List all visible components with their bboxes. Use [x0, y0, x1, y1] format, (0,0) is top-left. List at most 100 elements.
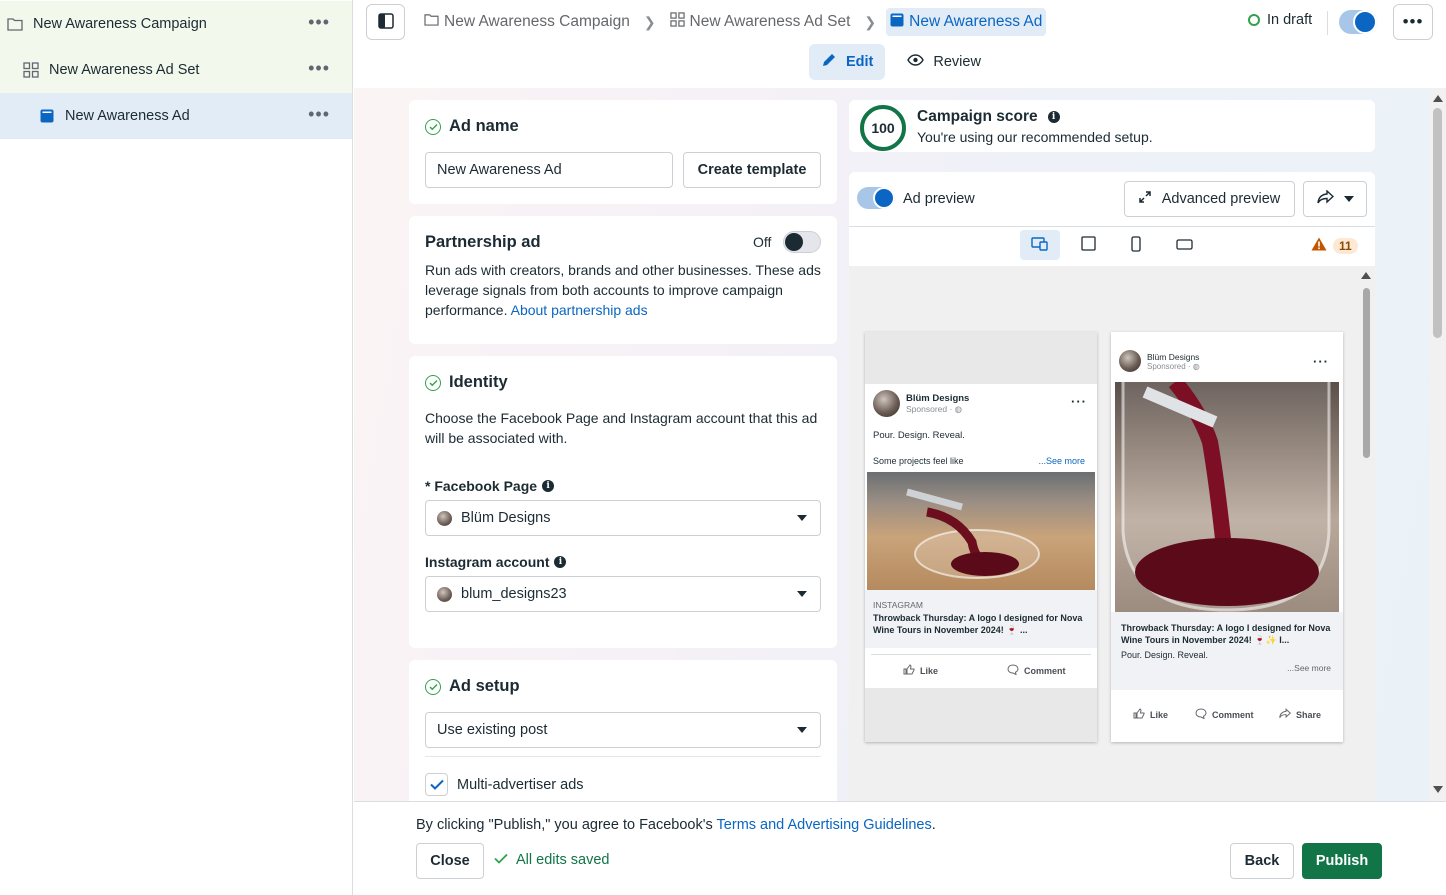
back-button[interactable]: Back: [1230, 843, 1294, 879]
score-subtitle: You're using our recommended setup.: [917, 129, 1153, 145]
section-title: Ad setup: [449, 677, 520, 695]
chevron-right-icon: ❯: [643, 13, 656, 30]
ad-setup-select[interactable]: Use existing post: [425, 712, 821, 748]
post-header: Blüm Designs Sponsored · ◍: [873, 390, 969, 417]
preview-scrollbar[interactable]: [1359, 266, 1373, 801]
divider: [425, 756, 821, 757]
grid-icon: [23, 62, 39, 78]
tree-item-campaign[interactable]: New Awareness Campaign •••: [0, 1, 352, 47]
breadcrumb-label: New Awareness Ad: [909, 13, 1043, 30]
folder-icon: [424, 13, 439, 31]
footer-bar: By clicking "Publish," you agree to Face…: [354, 801, 1446, 895]
warning-icon: [1311, 237, 1327, 254]
tree-item-ad[interactable]: New Awareness Ad •••: [0, 93, 352, 139]
section-title: Identity: [449, 373, 508, 391]
wine-glass-image: [906, 488, 1040, 579]
ad-name-card: Ad name New Awareness Ad Create template: [409, 100, 837, 204]
more-options-icon[interactable]: •••: [308, 105, 330, 123]
see-more-link[interactable]: ...See more: [1038, 456, 1085, 466]
identity-description: Choose the Facebook Page and Instagram a…: [425, 410, 818, 446]
more-options-button[interactable]: •••: [1393, 4, 1433, 40]
comment-button[interactable]: Comment: [1007, 664, 1066, 677]
device-all-placements-button[interactable]: [1020, 230, 1060, 260]
ad-name-input[interactable]: New Awareness Ad: [425, 152, 673, 188]
post-image: [1115, 376, 1339, 612]
device-story-button[interactable]: [1116, 230, 1156, 260]
status-text: In draft: [1267, 12, 1313, 28]
partnership-description: Run ads with creators, brands and other …: [425, 262, 821, 318]
more-options-icon[interactable]: ···: [1071, 394, 1087, 409]
more-options-icon[interactable]: •••: [308, 13, 330, 31]
close-button[interactable]: Close: [416, 843, 484, 879]
like-button[interactable]: Like: [1133, 708, 1168, 721]
more-options-icon[interactable]: •••: [308, 59, 330, 77]
share-button[interactable]: Share: [1279, 708, 1321, 721]
ad-preview-panel: Ad preview Advanced preview 11 Blüm Desi…: [849, 172, 1375, 801]
warning-count-badge: 11: [1333, 237, 1358, 254]
info-icon[interactable]: i: [1047, 111, 1060, 123]
ad-active-toggle[interactable]: [1339, 10, 1377, 34]
device-feed-button[interactable]: [1068, 230, 1108, 260]
device-landscape-button[interactable]: [1164, 230, 1204, 260]
info-icon[interactable]: i: [542, 480, 555, 492]
horizontal-format-icon: [1175, 237, 1193, 253]
publish-agreement-text: By clicking "Publish," you agree to Face…: [416, 817, 936, 833]
pencil-icon: [821, 52, 837, 72]
check-circle-icon: [425, 374, 441, 391]
see-more-link[interactable]: ...See more: [1287, 663, 1331, 673]
instagram-account-label: Instagram account i: [425, 554, 567, 570]
instagram-feed-preview[interactable]: Blüm Designs Sponsored · ◍ ··· Throwback…: [1111, 332, 1343, 742]
facebook-feed-preview[interactable]: Blüm Designs Sponsored · ◍ ··· Pour. Des…: [865, 332, 1097, 742]
link-source: INSTAGRAM: [873, 600, 923, 610]
warnings-indicator[interactable]: 11: [1311, 237, 1358, 254]
account-avatar: [437, 586, 452, 602]
breadcrumb-ad[interactable]: New Awareness Ad: [886, 8, 1047, 36]
section-title: Partnership ad: [425, 233, 541, 251]
info-icon[interactable]: i: [554, 556, 567, 568]
more-options-icon[interactable]: ···: [1313, 354, 1329, 369]
thumbs-up-icon: [903, 664, 915, 677]
post-caption: Pour. Design. Reveal.: [873, 430, 965, 441]
ad-setup-card: Ad setup Use existing post Multi-adverti…: [409, 660, 837, 801]
section-heading: Ad setup: [425, 677, 520, 696]
top-bar: New Awareness Campaign ❯ New Awareness A…: [354, 0, 1446, 88]
link-headline: Throwback Thursday: A logo I designed fo…: [1121, 623, 1331, 645]
post-teaser: Some projects feel like: [873, 456, 964, 466]
tab-edit[interactable]: Edit: [809, 44, 886, 80]
about-partnership-link[interactable]: About partnership ads: [511, 302, 648, 318]
publish-button[interactable]: Publish: [1302, 843, 1382, 879]
ad-doc-icon: [39, 108, 55, 124]
toggle-sidebar-button[interactable]: [366, 4, 405, 40]
multi-advertiser-checkbox[interactable]: [425, 773, 448, 796]
section-heading: Partnership ad: [425, 233, 541, 252]
save-status: All edits saved: [494, 852, 610, 868]
post-caption: Pour. Design. Reveal.: [1121, 650, 1209, 660]
ad-preview-toggle[interactable]: [857, 187, 895, 209]
mode-tabs: Edit Review: [809, 44, 993, 80]
tree-item-label: New Awareness Campaign: [33, 16, 207, 32]
main-scrollbar[interactable]: [1430, 88, 1446, 801]
comment-button[interactable]: Comment: [1195, 708, 1254, 721]
tree-item-adset[interactable]: New Awareness Ad Set •••: [0, 47, 352, 93]
create-template-button[interactable]: Create template: [683, 152, 821, 188]
tab-label: Review: [933, 54, 981, 70]
vertical-format-icon: [1131, 235, 1141, 255]
ad-doc-icon: [890, 13, 904, 32]
like-button[interactable]: Like: [903, 664, 938, 677]
score-ring: 100: [860, 105, 906, 151]
tree-item-label: New Awareness Ad: [65, 108, 190, 124]
terms-link[interactable]: Terms and Advertising Guidelines: [717, 817, 932, 833]
facebook-page-select[interactable]: Blüm Designs: [425, 500, 821, 536]
post-image: [867, 472, 1095, 590]
preview-area: Blüm Designs Sponsored · ◍ ··· Pour. Des…: [849, 266, 1375, 801]
advanced-preview-button[interactable]: Advanced preview: [1124, 181, 1295, 217]
breadcrumb-adset[interactable]: New Awareness Ad Set: [666, 8, 855, 36]
grid-icon: [669, 12, 685, 32]
share-preview-button[interactable]: [1303, 181, 1367, 217]
breadcrumb-campaign[interactable]: New Awareness Campaign: [420, 8, 634, 36]
tab-review[interactable]: Review: [895, 44, 993, 80]
comment-icon: [1195, 708, 1207, 721]
instagram-account-select[interactable]: blum_designs23: [425, 576, 821, 612]
identity-card: Identity Choose the Facebook Page and In…: [409, 356, 837, 648]
partnership-toggle[interactable]: [783, 231, 821, 253]
